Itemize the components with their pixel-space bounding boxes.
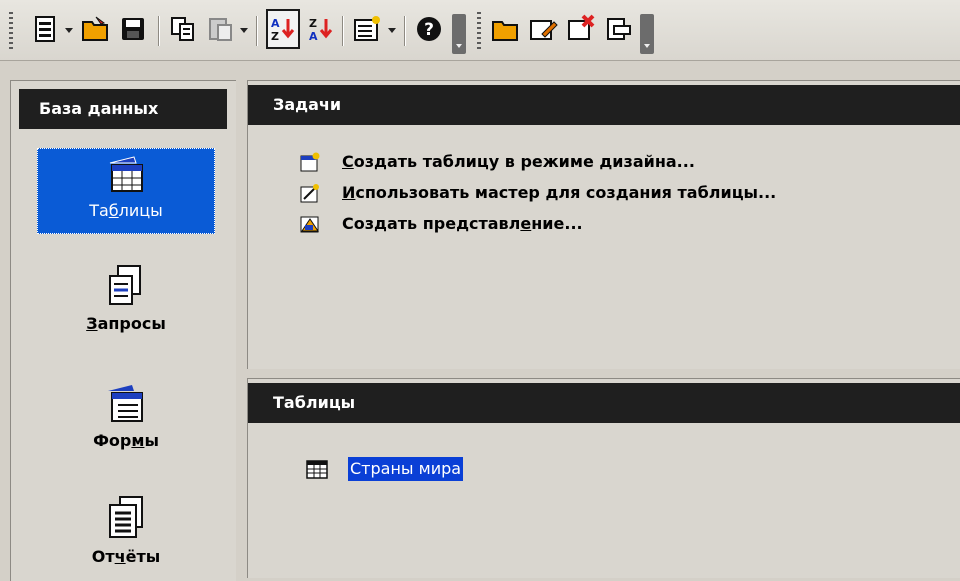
form-design-icon[interactable] xyxy=(352,14,382,44)
reports-icon xyxy=(109,496,143,538)
task-label: Использовать мастер для создания таблицы… xyxy=(342,183,777,202)
toolbar-overflow-handle[interactable] xyxy=(452,14,466,54)
rename-icon[interactable] xyxy=(604,14,634,44)
copy-icon[interactable] xyxy=(168,14,198,44)
sort-ascending-icon: A Z xyxy=(271,17,295,43)
wizard-icon xyxy=(300,184,319,203)
paste-dropdown-arrow[interactable] xyxy=(240,28,248,33)
toolbar-separator xyxy=(342,16,343,46)
toolbar-grip[interactable] xyxy=(477,12,481,52)
table-design-icon xyxy=(300,152,320,172)
sidebar-item-label: Таблицы xyxy=(89,201,163,220)
sidebar-item-label: Отчёты xyxy=(91,547,161,566)
toolbar-overflow-handle[interactable] xyxy=(640,14,654,54)
sidebar-item-queries[interactable]: Запросы xyxy=(37,264,215,348)
edit-icon[interactable] xyxy=(528,14,558,44)
open-database-object-icon[interactable] xyxy=(490,14,520,44)
sidebar-item-tables[interactable]: Таблицы xyxy=(37,148,215,234)
tasks-header: Задачи xyxy=(248,85,960,125)
save-icon[interactable] xyxy=(118,14,148,44)
main-toolbar: A Z Z A ? xyxy=(0,0,960,61)
toolbar-separator xyxy=(404,16,405,46)
svg-text:Z: Z xyxy=(309,17,317,30)
toolbar-separator xyxy=(158,16,159,46)
toolbar-grip[interactable] xyxy=(9,12,13,52)
sidebar-item-forms[interactable]: Формы xyxy=(37,381,215,461)
tables-header: Таблицы xyxy=(248,383,960,423)
open-folder-icon[interactable] xyxy=(80,14,110,44)
create-view-icon xyxy=(300,216,319,233)
sidebar-header: База данных xyxy=(19,89,227,129)
svg-text:Z: Z xyxy=(271,30,279,43)
new-document-icon[interactable] xyxy=(30,14,60,44)
sidebar-item-reports[interactable]: Отчёты xyxy=(37,495,215,581)
svg-text:A: A xyxy=(309,30,318,43)
form-dropdown-arrow[interactable] xyxy=(388,28,396,33)
forms-icon xyxy=(108,385,143,422)
sort-descending-icon[interactable]: Z A xyxy=(306,14,336,44)
tables-panel: Таблицы Страны мира xyxy=(247,378,960,578)
sidebar-item-label: Формы xyxy=(93,431,159,450)
tables-icon xyxy=(109,156,143,192)
table-name-label: Страны мира xyxy=(348,457,464,481)
queries-icon xyxy=(109,265,141,305)
sidebar-item-label: Запросы xyxy=(86,314,166,333)
svg-text:A: A xyxy=(271,17,280,30)
tasks-panel: Задачи Создать таблицу в режиме дизайна.… xyxy=(247,80,960,369)
paste-icon[interactable] xyxy=(206,14,236,44)
help-icon[interactable]: ? xyxy=(414,14,444,44)
task-label: Создать таблицу в режиме дизайна... xyxy=(342,152,695,171)
database-sidebar: База данных Таблицы Запросы Формы Отчёты xyxy=(10,80,236,581)
table-icon xyxy=(306,460,328,479)
task-label: Создать представление... xyxy=(342,214,583,233)
toolbar-separator xyxy=(256,16,257,46)
delete-icon[interactable] xyxy=(566,14,596,44)
svg-text:?: ? xyxy=(424,20,434,40)
new-dropdown-arrow[interactable] xyxy=(65,28,73,33)
